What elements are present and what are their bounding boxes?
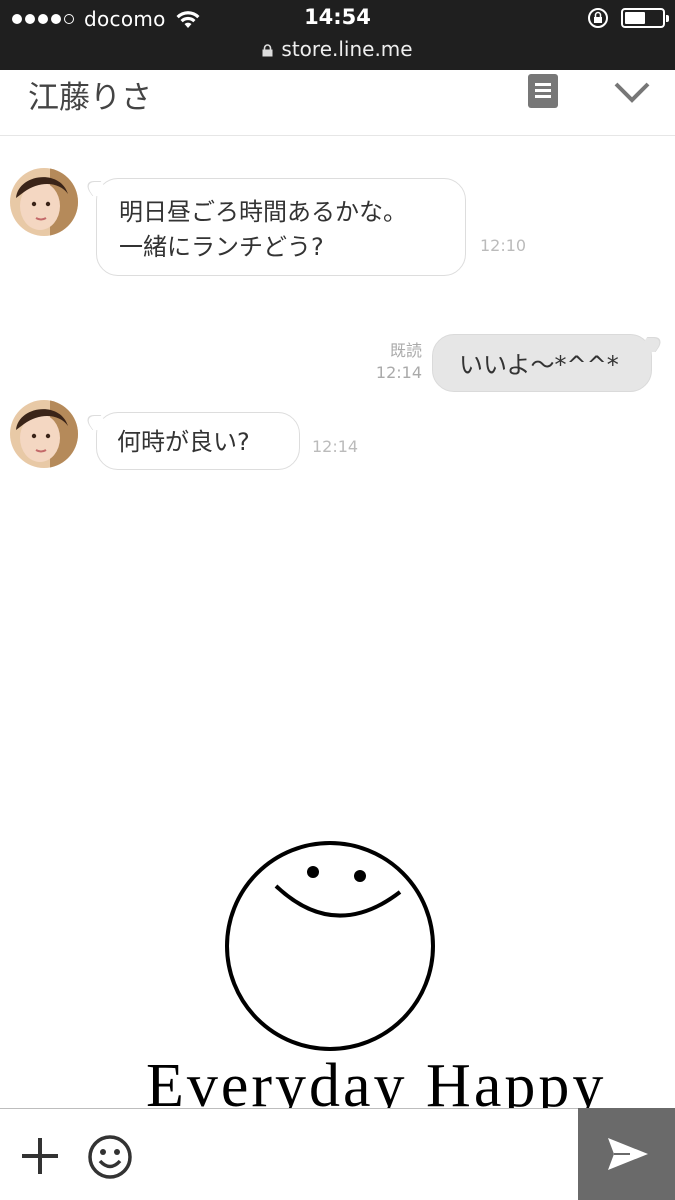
- chat-header: 江藤りさ: [0, 70, 675, 136]
- url-text: store.line.me: [281, 37, 413, 61]
- avatar[interactable]: [10, 168, 78, 236]
- rotation-lock-icon: [588, 8, 608, 28]
- send-icon: [608, 1138, 648, 1170]
- smiley-icon[interactable]: [87, 1134, 133, 1180]
- clock: 14:54: [304, 5, 371, 29]
- background-caption: Everyday Happy: [146, 1052, 606, 1108]
- status-right: [587, 7, 669, 29]
- message-bubble[interactable]: 何時が良い?: [96, 412, 300, 470]
- lock-icon: [262, 44, 273, 57]
- message-bubble[interactable]: いいよ〜*^^*: [432, 334, 652, 392]
- send-button[interactable]: [578, 1108, 675, 1200]
- input-bar: [0, 1108, 675, 1200]
- note-icon[interactable]: [528, 74, 558, 108]
- read-receipt: 既読 12:14: [372, 340, 422, 385]
- message-time: 12:14: [312, 437, 359, 456]
- chevron-down-icon[interactable]: [614, 80, 650, 104]
- message-bubble[interactable]: 明日昼ごろ時間あるかな。 一緒にランチどう?: [96, 178, 466, 276]
- chat-title: 江藤りさ: [28, 80, 152, 116]
- message-text: 明日昼ごろ時間あるかな。: [119, 198, 407, 226]
- avatar[interactable]: [10, 400, 78, 468]
- plus-icon[interactable]: [20, 1136, 60, 1176]
- status-bar: docomo 14:54 store.line.me: [0, 0, 675, 70]
- message-text: いいよ〜*^^*: [459, 351, 619, 379]
- url-bar[interactable]: store.line.me: [0, 37, 675, 61]
- chat-background-illustration: Everyday Happy: [0, 820, 675, 1108]
- message-time: 12:10: [480, 236, 527, 255]
- battery-icon: [621, 8, 669, 28]
- read-label: 既読: [389, 341, 422, 360]
- message-text: 一緒にランチどう?: [119, 232, 324, 261]
- message-time: 12:14: [375, 363, 422, 383]
- message-text: 何時が良い?: [117, 428, 250, 456]
